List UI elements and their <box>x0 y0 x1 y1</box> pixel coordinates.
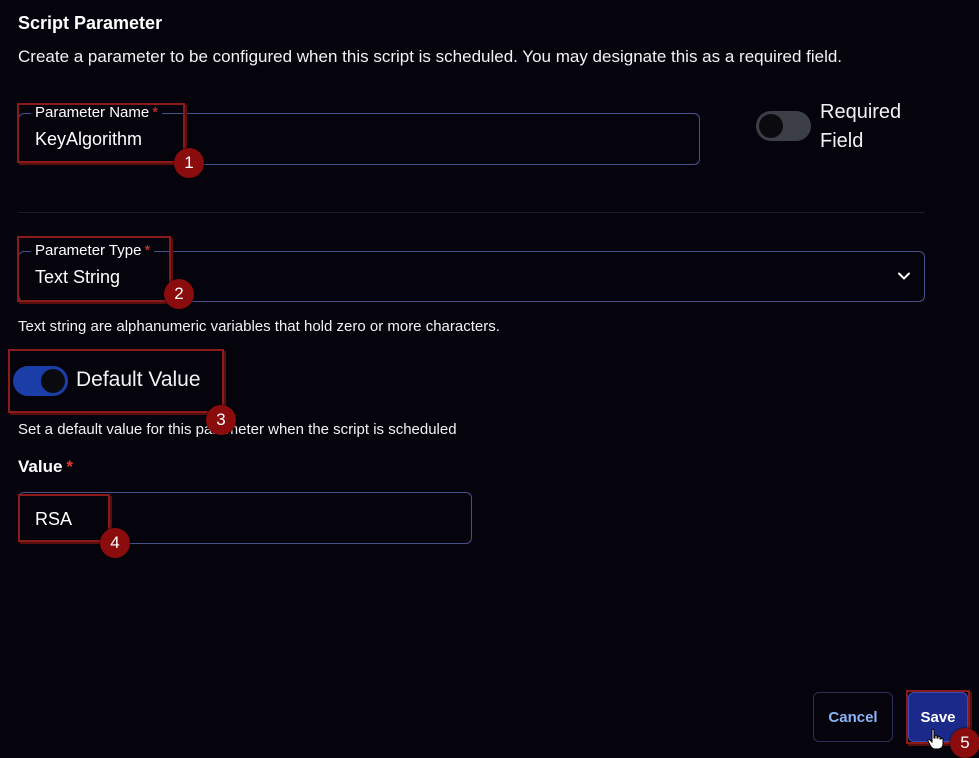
annotation-highlight-2 <box>17 236 171 302</box>
dialog-title: Script Parameter <box>18 13 163 33</box>
annotation-badge-4: 4 <box>100 528 130 558</box>
cancel-button[interactable]: Cancel <box>813 692 893 742</box>
required-field-toggle[interactable] <box>756 111 811 141</box>
toggle-knob <box>759 114 783 138</box>
annotation-badge-2: 2 <box>164 279 194 309</box>
parameter-type-help: Text string are alphanumeric variables t… <box>18 318 500 335</box>
annotation-badge-3: 3 <box>206 405 236 435</box>
annotation-badge-5: 5 <box>950 728 979 758</box>
dialog-description: Create a parameter to be configured when… <box>18 47 843 66</box>
required-field-label: Required Field <box>820 101 902 152</box>
annotation-highlight-4 <box>18 494 110 542</box>
value-label-text: Value <box>18 457 63 476</box>
annotation-badge-1: 1 <box>174 148 204 178</box>
value-label: Value * <box>18 457 73 477</box>
hand-cursor-icon <box>927 728 944 750</box>
annotation-highlight-3 <box>8 349 224 413</box>
default-value-help: Set a default value for this parameter w… <box>18 421 457 438</box>
required-asterisk: * <box>66 457 74 476</box>
divider <box>18 212 925 213</box>
annotation-highlight-1 <box>17 103 185 163</box>
chevron-down-icon[interactable] <box>896 268 912 284</box>
